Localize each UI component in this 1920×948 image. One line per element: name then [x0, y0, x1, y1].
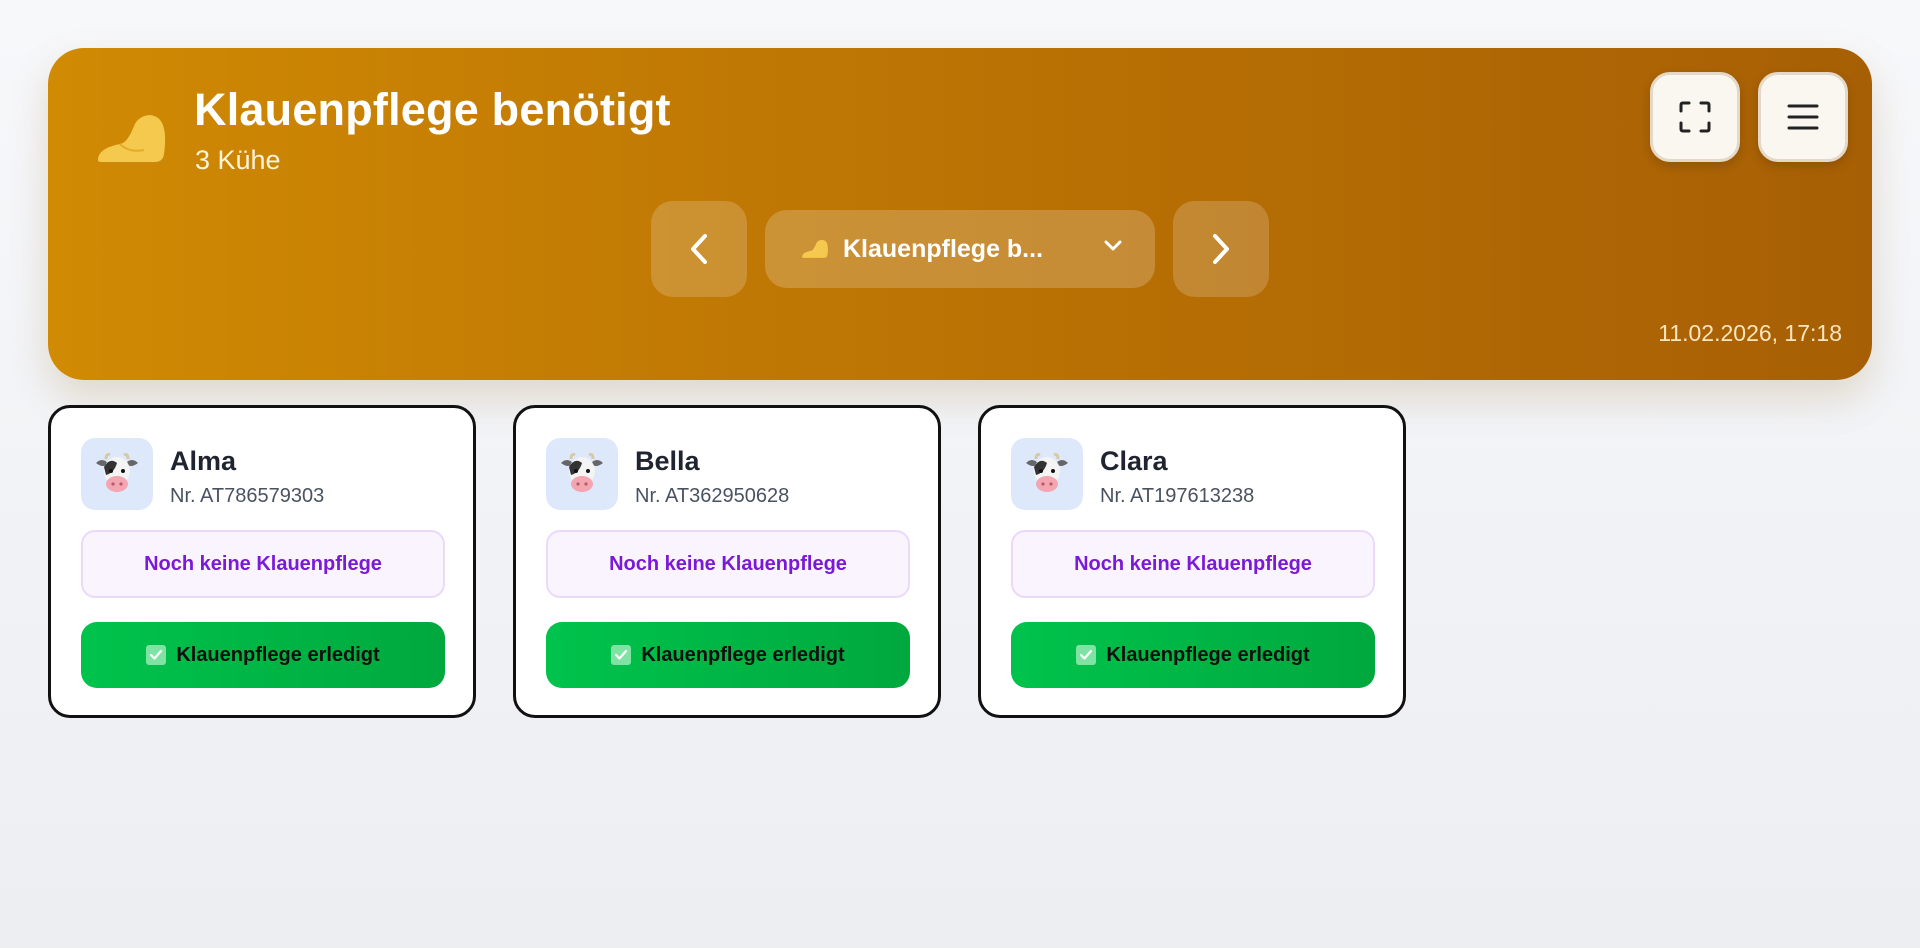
- checkmark-icon: [146, 645, 167, 665]
- done-button-label: Klauenpflege erledigt: [176, 643, 380, 666]
- status-badge: Noch keine Klauenpflege: [1011, 530, 1375, 598]
- status-badge: Noch keine Klauenpflege: [81, 530, 445, 598]
- fullscreen-button[interactable]: [1650, 72, 1740, 162]
- cow-number: Nr. AT362950628: [635, 485, 790, 507]
- hoof-icon: [94, 115, 166, 166]
- status-badge: Noch keine Klauenpflege: [546, 530, 910, 598]
- cow-name: Alma: [170, 446, 237, 476]
- chevron-right-icon: [1213, 234, 1229, 264]
- datetime: 11.02.2026, 17:18: [1658, 320, 1842, 346]
- previous-button[interactable]: [651, 201, 747, 297]
- cow-avatar: [546, 438, 618, 510]
- cow-card: Alma Nr. AT786579303 Noch keine Klauenpf…: [48, 405, 476, 718]
- hoof-care-done-button[interactable]: Klauenpflege erledigt: [546, 622, 910, 688]
- cow-avatar: [81, 438, 153, 510]
- chevron-down-icon: [1104, 240, 1122, 251]
- category-dropdown[interactable]: Klauenpflege b...: [765, 210, 1155, 288]
- hamburger-menu-icon: [1787, 104, 1819, 130]
- cow-name: Clara: [1100, 446, 1168, 476]
- header-banner: Klauenpflege benötigt 3 Kühe Klauenpfleg…: [48, 48, 1872, 380]
- done-button-label: Klauenpflege erledigt: [1106, 643, 1310, 666]
- dropdown-label: Klauenpflege b...: [843, 234, 1044, 263]
- chevron-left-icon: [691, 234, 707, 264]
- fullscreen-icon: [1679, 101, 1711, 133]
- page-title: Klauenpflege benötigt: [194, 84, 671, 135]
- checkmark-icon: [1076, 645, 1097, 665]
- cow-icon: [96, 453, 138, 492]
- cow-card: Bella Nr. AT362950628 Noch keine Klauenp…: [513, 405, 941, 718]
- hoof-care-done-button[interactable]: Klauenpflege erledigt: [1011, 622, 1375, 688]
- cow-number: Nr. AT786579303: [170, 485, 325, 507]
- cow-card: Clara Nr. AT197613238 Noch keine Klauenp…: [978, 405, 1406, 718]
- cow-count: 3 Kühe: [195, 145, 281, 175]
- done-button-label: Klauenpflege erledigt: [641, 643, 845, 666]
- next-button[interactable]: [1173, 201, 1269, 297]
- menu-button[interactable]: [1758, 72, 1848, 162]
- hoof-care-done-button[interactable]: Klauenpflege erledigt: [81, 622, 445, 688]
- cow-icon: [561, 453, 603, 492]
- cow-avatar: [1011, 438, 1083, 510]
- checkmark-icon: [611, 645, 632, 665]
- cow-icon: [1026, 453, 1068, 492]
- cow-name: Bella: [635, 446, 700, 476]
- hoof-icon: [802, 239, 828, 258]
- cow-number: Nr. AT197613238: [1100, 485, 1255, 507]
